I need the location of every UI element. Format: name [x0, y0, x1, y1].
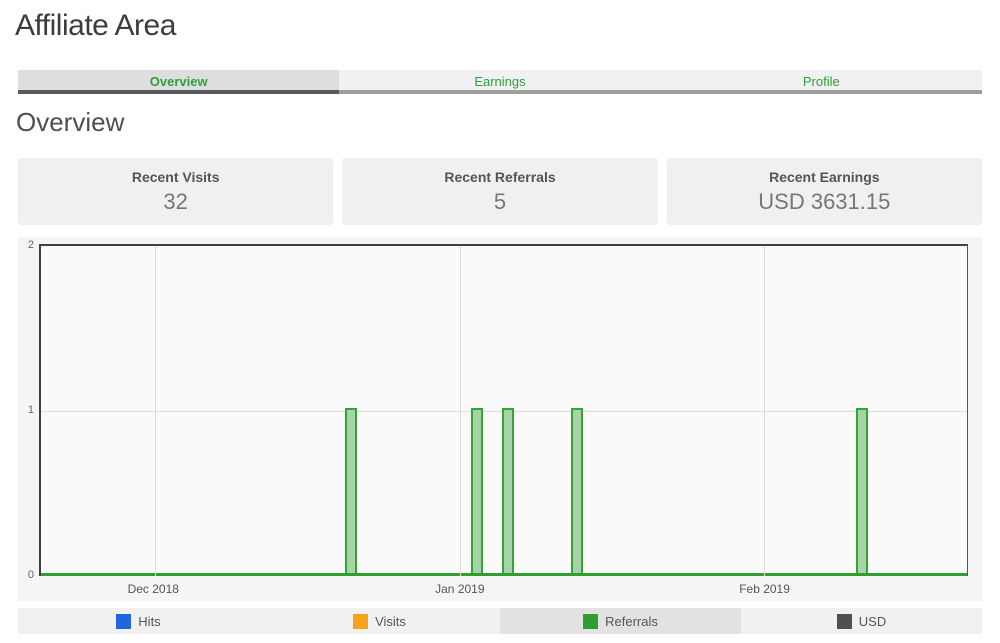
tab-earnings[interactable]: Earnings	[339, 70, 661, 94]
stat-value: USD 3631.15	[758, 189, 891, 214]
legend-item-referrals[interactable]: Referrals	[500, 608, 741, 634]
legend-item-hits[interactable]: Hits	[18, 608, 259, 634]
y-tick-label: 0	[27, 569, 34, 581]
stat-label: Recent Earnings	[769, 169, 880, 185]
stat-card-recent-earnings: Recent Earnings USD 3631.15	[666, 158, 982, 225]
legend-label: USD	[858, 613, 887, 629]
tab-bar: Overview Earnings Profile	[18, 70, 982, 94]
referral-bar	[571, 408, 584, 573]
x-axis-label: Jan 2019	[435, 582, 485, 596]
section-heading: Overview	[16, 107, 125, 137]
y-tick-label: 1	[27, 404, 34, 416]
legend-label: Referrals	[605, 613, 658, 629]
chart-legend: Hits Visits Referrals USD	[18, 608, 982, 634]
referral-bar	[501, 408, 514, 573]
stat-label: Recent Referrals	[444, 169, 556, 185]
x-axis-label: Feb 2019	[739, 582, 790, 596]
legend-swatch-icon	[836, 613, 852, 629]
legend-item-visits[interactable]: Visits	[259, 608, 500, 634]
stat-card-recent-visits: Recent Visits 32	[18, 158, 334, 225]
referrals-chart: Dec 2018 Jan 2019 Feb 2019 0 1 2	[18, 237, 982, 601]
y-tick-label: 2	[27, 239, 34, 251]
x-axis-label: Dec 2018	[127, 582, 179, 596]
stats-row: Recent Visits 32 Recent Referrals 5 Rece…	[18, 158, 982, 225]
chart-plot-area	[39, 244, 968, 576]
stat-value: 32	[163, 189, 188, 214]
chart-zero-baseline	[41, 573, 967, 576]
legend-label: Hits	[138, 613, 161, 629]
tab-profile[interactable]: Profile	[660, 70, 982, 94]
referral-bar	[471, 408, 484, 573]
legend-swatch-icon	[116, 613, 132, 629]
stat-card-recent-referrals: Recent Referrals 5	[342, 158, 658, 225]
referral-bar	[856, 408, 869, 573]
stat-label: Recent Visits	[131, 169, 220, 185]
legend-swatch-icon	[353, 613, 369, 629]
referral-bar	[345, 408, 358, 573]
tab-overview[interactable]: Overview	[18, 70, 340, 94]
legend-label: Visits	[375, 613, 406, 629]
stat-value: 5	[493, 189, 507, 214]
legend-swatch-icon	[583, 613, 599, 629]
legend-item-usd[interactable]: USD	[741, 608, 982, 634]
page-title: Affiliate Area	[15, 9, 176, 42]
